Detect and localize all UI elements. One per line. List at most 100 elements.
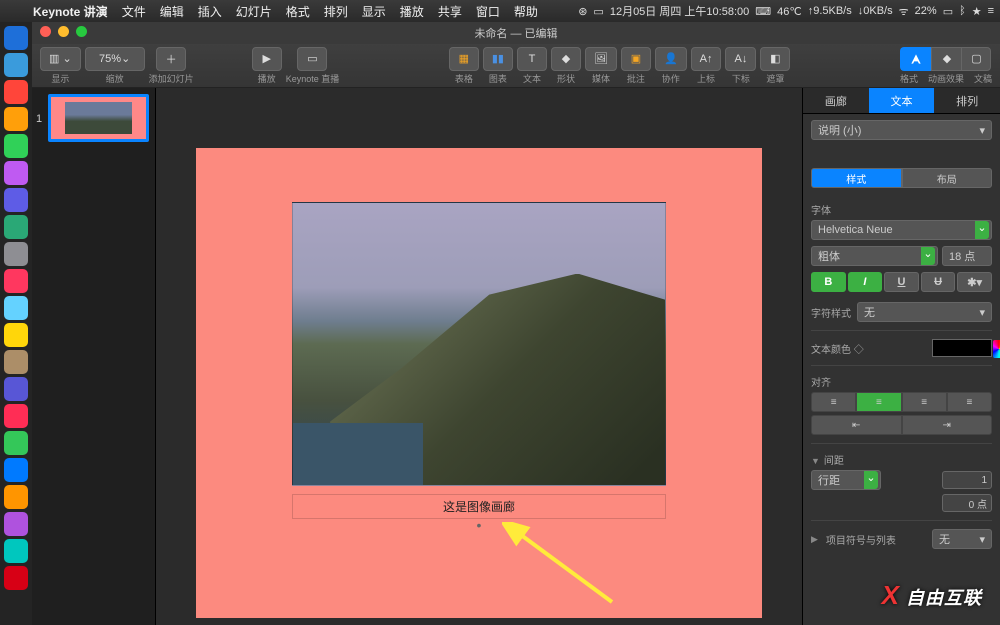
app-menu[interactable]: Keynote 讲演: [26, 3, 115, 20]
status-keyboard-icon[interactable]: ⌨: [755, 5, 771, 18]
font-label: 字体: [811, 202, 992, 217]
underline-button[interactable]: U: [884, 272, 919, 292]
tab-arrange[interactable]: 排列: [934, 88, 1000, 114]
dock-item[interactable]: [4, 377, 28, 401]
menu-edit[interactable]: 编辑: [153, 3, 191, 20]
gallery-caption[interactable]: 这是图像画廊: [292, 494, 666, 519]
dock-item[interactable]: [4, 242, 28, 266]
subtab-style[interactable]: 样式: [811, 168, 902, 188]
status-battery[interactable]: 22%: [915, 5, 937, 17]
window-close-button[interactable]: [40, 26, 51, 37]
menu-play[interactable]: 播放: [393, 3, 431, 20]
dock-item[interactable]: [4, 350, 28, 374]
subscript-button[interactable]: A↓: [725, 47, 756, 71]
dock: [0, 22, 32, 625]
window-maximize-button[interactable]: [76, 26, 87, 37]
font-weight-select[interactable]: 粗体: [811, 246, 938, 266]
tab-gallery[interactable]: 画廊: [803, 88, 869, 114]
menu-share[interactable]: 共享: [431, 3, 469, 20]
dock-item[interactable]: [4, 566, 28, 590]
menu-arrange[interactable]: 排列: [317, 3, 355, 20]
dock-item[interactable]: [4, 431, 28, 455]
dock-item[interactable]: [4, 296, 28, 320]
dock-item[interactable]: [4, 188, 28, 212]
text-color-swatch[interactable]: [932, 339, 992, 357]
font-size-field[interactable]: 18 点: [942, 246, 992, 266]
dock-item[interactable]: [4, 134, 28, 158]
dock-item[interactable]: [4, 215, 28, 239]
align-left-button[interactable]: ≡: [811, 392, 856, 412]
comment-button[interactable]: ▣: [621, 47, 651, 71]
menu-slide[interactable]: 幻灯片: [229, 3, 279, 20]
table-button[interactable]: ▦: [449, 47, 479, 71]
outdent-button[interactable]: ⇤: [811, 415, 902, 435]
paragraph-style-select[interactable]: 说明 (小)▾: [811, 120, 992, 140]
view-button[interactable]: ▥ ⌄: [40, 47, 81, 71]
chart-button[interactable]: ▮▮: [483, 47, 513, 71]
align-right-button[interactable]: ≡: [902, 392, 947, 412]
align-justify-button[interactable]: ≡: [947, 392, 992, 412]
menu-help[interactable]: 帮助: [507, 3, 545, 20]
collab-button[interactable]: 👤: [655, 47, 687, 71]
dock-item[interactable]: [4, 269, 28, 293]
char-style-select[interactable]: 无▾: [857, 302, 992, 322]
status-date[interactable]: 12月05日 周四 上午10:58:00: [610, 3, 749, 19]
dock-item[interactable]: [4, 161, 28, 185]
superscript-button[interactable]: A↑: [691, 47, 722, 71]
play-button[interactable]: ▶: [252, 47, 282, 71]
live-label: Keynote 直播: [286, 72, 340, 85]
tab-text[interactable]: 文本: [869, 88, 935, 114]
dock-item[interactable]: [4, 26, 28, 50]
dock-item[interactable]: [4, 539, 28, 563]
slide-canvas[interactable]: 这是图像画廊 •: [156, 88, 802, 625]
italic-button[interactable]: I: [848, 272, 883, 292]
status-temp: 46℃: [777, 5, 802, 18]
bold-button[interactable]: B: [811, 272, 846, 292]
window-minimize-button[interactable]: [58, 26, 69, 37]
strike-button[interactable]: U: [921, 272, 956, 292]
dock-item[interactable]: [4, 107, 28, 131]
menu-file[interactable]: 文件: [115, 3, 153, 20]
status-star-icon[interactable]: ★: [972, 5, 982, 18]
gallery-image[interactable]: [292, 202, 666, 486]
dock-item[interactable]: [4, 404, 28, 428]
format-inspector-button[interactable]: [900, 47, 931, 71]
line-spacing-select[interactable]: 行距: [811, 470, 881, 490]
dock-item[interactable]: [4, 485, 28, 509]
menu-window[interactable]: 窗口: [469, 3, 507, 20]
status-display-icon[interactable]: ▭: [593, 5, 603, 18]
menu-insert[interactable]: 插入: [191, 3, 229, 20]
zoom-button[interactable]: 75% ⌄: [85, 47, 145, 71]
text-button[interactable]: T: [517, 47, 547, 71]
shape-button[interactable]: ◆: [551, 47, 581, 71]
status-wifi-icon[interactable]: ᯤ: [899, 4, 909, 19]
status-area: ⊛ ▭ 12月05日 周四 上午10:58:00 ⌨ 46℃ ↑9.5KB/s …: [578, 3, 994, 19]
dock-item[interactable]: [4, 458, 28, 482]
add-slide-button[interactable]: ＋: [156, 47, 186, 71]
media-button[interactable]: 🖼: [585, 47, 617, 71]
line-spacing-value[interactable]: 1: [942, 471, 992, 489]
para-before-value[interactable]: 0 点: [942, 494, 992, 512]
slide-thumbnail[interactable]: [48, 94, 149, 142]
dock-item[interactable]: [4, 512, 28, 536]
align-center-button[interactable]: ≡: [856, 392, 901, 412]
dock-item[interactable]: [4, 53, 28, 77]
status-vpn-icon[interactable]: ⊛: [578, 5, 587, 18]
document-inspector-button[interactable]: ▢: [961, 47, 991, 71]
animate-inspector-button[interactable]: ◆: [931, 47, 961, 71]
dock-item[interactable]: [4, 80, 28, 104]
indent-button[interactable]: ⇥: [902, 415, 993, 435]
keynote-live-button[interactable]: ▭: [297, 47, 327, 71]
subtab-layout[interactable]: 布局: [902, 168, 993, 188]
menu-view[interactable]: 显示: [355, 3, 393, 20]
font-family-select[interactable]: Helvetica Neue: [811, 220, 992, 240]
dock-item[interactable]: [4, 323, 28, 347]
status-bluetooth-icon[interactable]: ᛒ: [959, 5, 966, 17]
slide[interactable]: 这是图像画廊 •: [196, 148, 762, 618]
bullets-select[interactable]: 无▾: [932, 529, 992, 549]
menu-format[interactable]: 格式: [279, 3, 317, 20]
mask-button[interactable]: ◧: [760, 47, 790, 71]
spacing-label: 间距: [824, 456, 844, 467]
status-menu-icon[interactable]: ≡: [988, 5, 994, 17]
text-options-button[interactable]: ✱▾: [957, 272, 992, 292]
